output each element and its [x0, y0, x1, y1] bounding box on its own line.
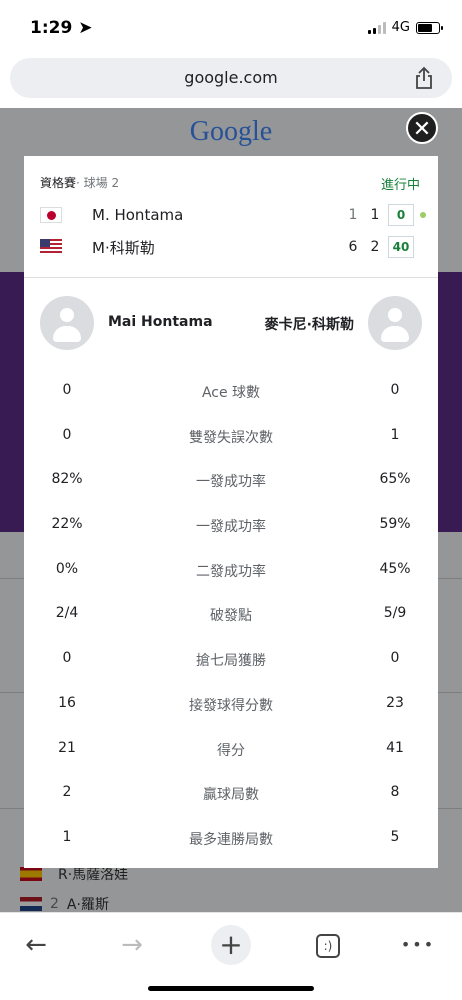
stat-row: 82% 一發成功率 65% — [24, 459, 438, 504]
stat-left-value: 0 — [62, 650, 72, 667]
stat-left-value: 2/4 — [55, 605, 79, 622]
time-text: 1:29 — [30, 18, 73, 38]
more-dots-icon: ••• — [400, 935, 436, 954]
stat-label: 雙發失誤次數 — [189, 429, 273, 446]
game-score: 40 — [388, 236, 414, 258]
stat-row: 2/4 破發點 5/9 — [24, 593, 438, 638]
signal-icon — [367, 21, 386, 34]
stat-row: 0 Ace 球數 0 — [24, 370, 438, 415]
stat-label: 破發點 — [210, 608, 252, 625]
round-label: 資格賽 — [40, 176, 77, 190]
player-name: M·科斯勒 — [92, 238, 155, 257]
address-bar[interactable]: google.com — [10, 58, 452, 98]
close-button[interactable]: ✕ — [406, 112, 438, 144]
right-player-name: 麥卡尼·科斯勒 — [264, 317, 354, 333]
stat-right-value: 1 — [390, 426, 400, 443]
set-score: 6 — [348, 239, 358, 255]
forward-arrow-icon: → — [121, 930, 143, 960]
avatar — [40, 296, 94, 350]
status-right: 4G — [367, 20, 443, 35]
stat-label: 接發球得分數 — [189, 697, 273, 714]
stat-left-value: 21 — [58, 739, 76, 756]
tab-switcher-button[interactable]: :) — [308, 925, 348, 965]
stat-right-value: 41 — [386, 739, 404, 756]
players-header: Mai Hontama 麥卡尼·科斯勒 — [24, 278, 438, 370]
set-score: 2 — [370, 239, 380, 255]
stat-left-value: 1 — [62, 828, 72, 845]
stat-right-value: 5 — [390, 828, 400, 845]
stat-left-value: 0 — [62, 426, 72, 443]
new-tab-button[interactable]: + — [211, 925, 251, 965]
stat-row: 22% 一發成功率 59% — [24, 504, 438, 549]
stat-label: 得分 — [217, 742, 245, 759]
forward-button[interactable]: → — [112, 925, 152, 965]
stat-left-value: 22% — [51, 516, 83, 533]
match-status: 進行中 — [380, 178, 420, 193]
set-score: 1 — [370, 207, 380, 223]
stats-list: 0 Ace 球數 0 0 雙發失誤次數 1 82% 一發成功率 65% 22% 一發成功率 59% 0%… — [24, 370, 438, 862]
stat-row: 0% 二發成功率 45% — [24, 549, 438, 594]
stat-label: 一發成功率 — [196, 519, 266, 536]
game-score: 0 — [388, 204, 414, 226]
back-arrow-icon: ← — [25, 930, 47, 960]
stat-label: 搶七局獲勝 — [196, 653, 266, 670]
back-button[interactable]: ← — [16, 925, 56, 965]
stat-right-value: 0 — [390, 650, 400, 667]
stat-left-value: 0% — [55, 560, 79, 577]
stat-row: 16 接發球得分數 23 — [24, 683, 438, 728]
stat-left-value: 82% — [51, 471, 83, 488]
stat-left-value: 2 — [62, 784, 72, 801]
match-stats-card: 資格賽· 球場 2 進行中 M. Hontama 1 1 0 M·科斯勒 6 2… — [24, 156, 438, 868]
status-bar: 1:29 ➤ 4G — [0, 0, 462, 56]
stat-row: 2 贏球局數 8 — [24, 772, 438, 817]
plus-icon: + — [219, 928, 243, 961]
stat-label: Ace 球數 — [201, 385, 261, 401]
battery-icon — [416, 21, 443, 34]
court-label: · 球場 2 — [76, 176, 120, 190]
set-score: 1 — [348, 207, 358, 223]
player-row: M·科斯勒 6 2 40 — [40, 234, 426, 260]
stat-row: 21 得分 41 — [24, 728, 438, 773]
tabs-icon: :) — [316, 933, 340, 958]
left-player-name: Mai Hontama — [108, 314, 213, 330]
stat-label: 一發成功率 — [196, 474, 266, 491]
japan-flag-icon — [40, 207, 62, 223]
close-icon: ✕ — [412, 117, 432, 142]
stat-row: 1 最多連勝局數 5 — [24, 817, 438, 862]
url-text[interactable]: google.com — [10, 68, 452, 87]
stat-right-value: 23 — [386, 694, 404, 711]
match-header[interactable]: 資格賽· 球場 2 進行中 M. Hontama 1 1 0 M·科斯勒 6 2… — [24, 156, 438, 278]
home-indicator — [148, 986, 314, 991]
network-label: 4G — [391, 20, 410, 35]
stat-right-value: 65% — [379, 471, 411, 488]
player-name: M. Hontama — [92, 206, 184, 224]
avatar — [368, 296, 422, 350]
stat-right-value: 45% — [379, 560, 411, 577]
status-time: 1:29 ➤ — [30, 18, 93, 38]
stat-right-value: 59% — [379, 516, 411, 533]
more-menu-button[interactable]: ••• — [398, 925, 438, 965]
match-meta: 資格賽· 球場 2 — [40, 174, 422, 191]
stat-label: 最多連勝局數 — [189, 831, 273, 848]
usa-flag-icon — [40, 239, 62, 255]
share-icon[interactable] — [414, 66, 434, 90]
stat-right-value: 8 — [390, 784, 400, 801]
stat-right-value: 0 — [390, 382, 400, 398]
stat-right-value: 5/9 — [383, 605, 407, 622]
stat-row: 0 雙發失誤次數 1 — [24, 415, 438, 460]
stat-label: 贏球局數 — [203, 787, 259, 804]
player-row: M. Hontama 1 1 0 — [40, 202, 426, 228]
stat-label: 二發成功率 — [196, 563, 266, 580]
stat-left-value: 0 — [62, 382, 72, 398]
serving-indicator-icon — [420, 212, 426, 218]
stat-left-value: 16 — [58, 694, 76, 711]
stat-row: 0 搶七局獲勝 0 — [24, 638, 438, 683]
